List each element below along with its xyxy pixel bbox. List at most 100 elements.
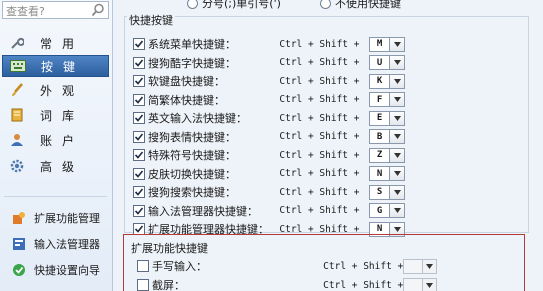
tool-extension-manager[interactable]: 扩展功能管理 xyxy=(2,207,109,229)
shortcut-group-title: 快捷按键 xyxy=(127,12,175,28)
modifier-combo: Ctrl + Shift + xyxy=(279,38,360,50)
shortcut-row: 搜狗酷字快捷键： Ctrl + Shift + U xyxy=(133,55,405,71)
brush-icon xyxy=(8,82,26,98)
chevron-down-icon[interactable] xyxy=(422,258,438,274)
wrench-icon xyxy=(8,35,26,51)
key-select[interactable]: F xyxy=(368,92,391,107)
nav-item-account[interactable]: 账户 xyxy=(2,129,109,151)
key-select[interactable]: N xyxy=(368,166,391,181)
shortcut-label: 软键盘快捷键： xyxy=(148,75,225,88)
shortcut-checkbox[interactable] xyxy=(137,279,149,291)
shortcut-label: 手写输入： xyxy=(152,260,207,273)
search-input[interactable]: 查查看? xyxy=(2,1,109,19)
key-select[interactable]: U xyxy=(368,55,391,70)
nav-item-general[interactable]: 常用 xyxy=(2,32,109,54)
extension-icon xyxy=(10,210,28,226)
shortcut-checkbox[interactable] xyxy=(133,204,145,217)
shortcut-row: 英文输入法快捷键： Ctrl + Shift + E xyxy=(133,110,405,126)
key-select[interactable]: E xyxy=(368,110,391,126)
shortcut-row: 简繁体快捷键： Ctrl + Shift + F xyxy=(133,92,405,108)
chevron-down-icon[interactable] xyxy=(390,166,405,181)
shortcut-checkbox[interactable] xyxy=(133,149,145,161)
chevron-down-icon[interactable] xyxy=(390,36,405,52)
modifier-combo: Ctrl + Shift + xyxy=(279,75,360,87)
radio-button[interactable] xyxy=(320,0,331,9)
shortcut-label: 截屏： xyxy=(152,279,185,291)
chevron-down-icon[interactable] xyxy=(390,92,405,107)
modifier-combo: Ctrl + Shift + xyxy=(279,186,360,198)
shortcut-row: 手写输入： Ctrl + Shift + xyxy=(137,258,438,274)
key-select[interactable] xyxy=(403,277,423,291)
user-icon xyxy=(8,132,26,148)
shortcut-checkbox[interactable] xyxy=(133,38,145,50)
chevron-down-icon[interactable] xyxy=(422,277,438,291)
shortcut-row: 特殊符号快捷键： Ctrl + Shift + Z xyxy=(133,147,405,163)
chevron-down-icon[interactable] xyxy=(390,203,405,218)
shortcut-label: 皮肤切换快捷键： xyxy=(148,167,236,181)
nav-item-keys[interactable]: 按键 xyxy=(2,55,109,77)
sidebar: 查查看? 常用 按键 外观 词库 账户 高级 扩展功能管理 输入法管理器 快捷设… xyxy=(0,0,113,291)
shortcut-label: 搜狗表情快捷键： xyxy=(148,130,236,144)
modifier-combo: Ctrl + Shift + xyxy=(279,223,360,235)
tool-ime-manager[interactable]: 输入法管理器 xyxy=(2,233,109,255)
key-select[interactable] xyxy=(403,258,423,274)
modifier-combo: Ctrl + Shift + xyxy=(279,205,360,216)
chevron-down-icon[interactable] xyxy=(390,110,405,126)
modifier-combo: Ctrl + Shift + xyxy=(279,168,360,179)
shortcut-label: 英文输入法快捷键： xyxy=(148,112,247,125)
shortcut-checkbox[interactable] xyxy=(133,167,145,180)
shortcut-checkbox[interactable] xyxy=(133,130,145,143)
shortcut-row: 截屏： Ctrl + Shift + xyxy=(137,277,438,291)
extension-group-title: 扩展功能快捷键 xyxy=(131,242,208,255)
shortcut-checkbox[interactable] xyxy=(133,186,145,198)
tool-setup-wizard[interactable]: 快捷设置向导 xyxy=(2,259,109,281)
modifier-combo: Ctrl + Shift + xyxy=(279,94,360,105)
shortcut-label: 搜狗酷字快捷键： xyxy=(148,56,236,70)
chevron-down-icon[interactable] xyxy=(390,129,405,144)
key-select[interactable]: K xyxy=(368,73,391,89)
modifier-combo: Ctrl + Shift + xyxy=(323,260,404,272)
chevron-down-icon[interactable] xyxy=(390,147,405,163)
shortcut-checkbox[interactable] xyxy=(133,75,145,87)
shortcut-row: 系统菜单快捷键： Ctrl + Shift + M xyxy=(133,36,405,52)
shortcut-checkbox[interactable] xyxy=(133,56,145,69)
shortcut-label: 系统菜单快捷键： xyxy=(148,38,236,51)
chevron-down-icon[interactable] xyxy=(390,73,405,89)
chevron-down-icon[interactable] xyxy=(390,184,405,200)
radio-button[interactable] xyxy=(187,0,198,9)
radio-no-shortcut[interactable]: 不使用快捷键 xyxy=(320,0,401,10)
key-select[interactable]: Z xyxy=(368,147,391,163)
nav-item-advanced[interactable]: 高级 xyxy=(2,155,109,177)
shortcut-row: 搜狗表情快捷键： Ctrl + Shift + B xyxy=(133,129,405,145)
modifier-combo: Ctrl + Shift + xyxy=(279,57,360,68)
keyboard-icon xyxy=(9,58,27,74)
gear-icon xyxy=(8,158,26,174)
shortcut-row: 输入法管理器快捷键： Ctrl + Shift + G xyxy=(133,203,405,219)
shortcut-row: 软键盘快捷键： Ctrl + Shift + K xyxy=(133,73,405,89)
shortcut-label: 输入法管理器快捷键： xyxy=(148,204,258,218)
nav-item-dictionary[interactable]: 词库 xyxy=(2,104,109,126)
key-select[interactable]: G xyxy=(368,203,391,218)
shortcut-label: 简繁体快捷键： xyxy=(148,93,225,107)
shortcut-checkbox[interactable] xyxy=(133,93,145,106)
shortcut-checkbox[interactable] xyxy=(137,260,149,272)
shortcut-label: 特殊符号快捷键： xyxy=(148,149,236,162)
shortcut-checkbox[interactable] xyxy=(133,112,145,124)
sidebar-divider xyxy=(4,196,107,197)
nav-item-appearance[interactable]: 外观 xyxy=(2,79,109,101)
modifier-combo: Ctrl + Shift + xyxy=(323,279,404,291)
key-select[interactable]: S xyxy=(368,184,391,200)
shortcut-row: 皮肤切换快捷键： Ctrl + Shift + N xyxy=(133,166,405,182)
chevron-down-icon[interactable] xyxy=(390,55,405,70)
search-placeholder: 查查看? xyxy=(6,5,45,18)
wizard-icon xyxy=(10,262,28,278)
modifier-combo: Ctrl + Shift + xyxy=(279,112,360,124)
modifier-combo: Ctrl + Shift + xyxy=(279,149,360,161)
search-icon[interactable] xyxy=(91,3,105,17)
radio-semicolon-quote[interactable]: 分号(;)单引号(') xyxy=(187,0,281,10)
manager-icon xyxy=(10,236,28,252)
key-select[interactable]: B xyxy=(368,129,391,144)
modifier-combo: Ctrl + Shift + xyxy=(279,131,360,142)
shortcut-row: 搜狗搜索快捷键： Ctrl + Shift + S xyxy=(133,184,405,200)
key-select[interactable]: M xyxy=(368,36,391,52)
